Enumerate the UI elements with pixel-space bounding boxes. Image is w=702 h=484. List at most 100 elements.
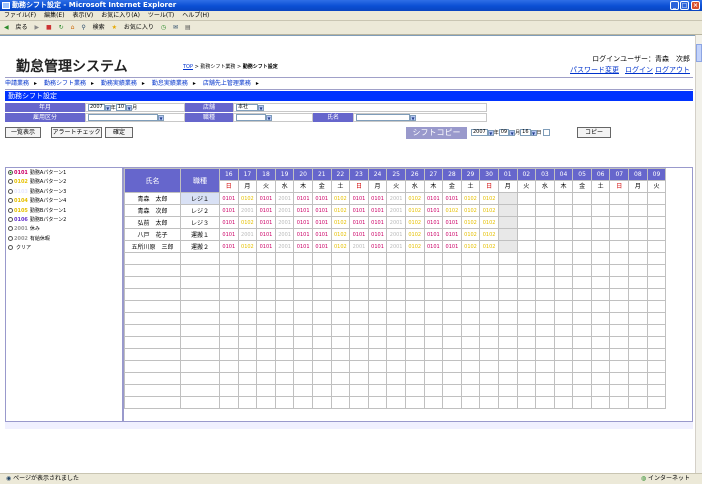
shift-cell[interactable] xyxy=(572,384,592,397)
shift-cell[interactable] xyxy=(367,384,388,397)
chevron-down-icon[interactable]: ▼ xyxy=(158,114,164,121)
shift-cell[interactable] xyxy=(442,252,462,265)
shift-cell[interactable] xyxy=(497,204,518,217)
shift-cell[interactable] xyxy=(423,276,444,289)
shift-cell[interactable]: 2001 xyxy=(386,216,406,229)
shift-cell[interactable]: 0101 xyxy=(423,228,444,241)
shift-cell[interactable] xyxy=(330,276,351,289)
shift-cell[interactable] xyxy=(311,336,332,349)
shift-cell[interactable] xyxy=(535,276,555,289)
shift-cell[interactable] xyxy=(535,336,555,349)
shift-cell[interactable] xyxy=(293,324,313,337)
shift-cell[interactable] xyxy=(219,264,239,277)
shift-cell[interactable]: 0102 xyxy=(330,228,351,241)
shift-cell[interactable]: 0101 xyxy=(442,228,462,241)
shift-cell[interactable] xyxy=(479,324,499,337)
shift-cell[interactable] xyxy=(535,288,555,301)
shift-cell[interactable] xyxy=(516,216,537,229)
shift-cell[interactable]: 0102 xyxy=(404,192,425,205)
shift-cell[interactable] xyxy=(367,336,388,349)
shift-cell[interactable] xyxy=(256,348,276,361)
shift-cell[interactable] xyxy=(349,312,369,325)
shift-cell[interactable] xyxy=(256,324,276,337)
search-icon[interactable]: ⚲ xyxy=(81,24,85,31)
shift-cell[interactable]: 0101 xyxy=(219,192,239,205)
store-select[interactable]: 本社 xyxy=(236,104,258,111)
employment-type-select[interactable] xyxy=(88,114,158,121)
shift-cell[interactable] xyxy=(423,384,444,397)
shift-cell[interactable]: 0101 xyxy=(367,192,388,205)
shift-cell[interactable] xyxy=(330,324,351,337)
shift-cell[interactable]: 0101 xyxy=(293,192,313,205)
shift-cell[interactable] xyxy=(609,288,630,301)
shift-cell[interactable] xyxy=(497,360,518,373)
shift-cell[interactable] xyxy=(349,264,369,277)
shift-cell[interactable]: 0102 xyxy=(330,192,351,205)
shift-cell[interactable] xyxy=(311,300,332,313)
shift-cell[interactable] xyxy=(590,264,611,277)
shift-cell[interactable] xyxy=(349,360,369,373)
shift-cell[interactable] xyxy=(609,324,630,337)
shift-cell[interactable] xyxy=(274,276,295,289)
shift-cell[interactable] xyxy=(572,204,592,217)
shift-cell[interactable] xyxy=(646,192,667,205)
shift-cell[interactable] xyxy=(497,240,518,253)
shift-cell[interactable]: 0102 xyxy=(237,216,258,229)
shift-cell[interactable]: 2001 xyxy=(274,204,295,217)
shift-cell[interactable] xyxy=(442,288,462,301)
alert-check-button[interactable]: アラートチェック xyxy=(51,127,102,138)
shift-cell[interactable]: 0102 xyxy=(479,204,499,217)
shift-cell[interactable] xyxy=(646,300,667,313)
back-button[interactable]: 戻る xyxy=(16,24,28,31)
shift-cell[interactable] xyxy=(590,276,611,289)
shift-cell[interactable] xyxy=(349,252,369,265)
shift-cell[interactable] xyxy=(386,348,406,361)
shift-cell[interactable] xyxy=(590,192,611,205)
shift-cell[interactable] xyxy=(590,300,611,313)
shift-cell[interactable] xyxy=(404,372,425,385)
shift-cell[interactable] xyxy=(442,300,462,313)
shift-cell[interactable] xyxy=(646,372,667,385)
shift-cell[interactable] xyxy=(293,372,313,385)
shift-cell[interactable] xyxy=(386,288,406,301)
shift-cell[interactable] xyxy=(609,336,630,349)
menu-file[interactable]: ファイル(F) xyxy=(4,12,36,19)
shift-cell[interactable] xyxy=(274,288,295,301)
shift-cell[interactable] xyxy=(572,264,592,277)
shift-cell[interactable] xyxy=(590,288,611,301)
shift-cell[interactable] xyxy=(572,312,592,325)
shift-cell[interactable] xyxy=(274,324,295,337)
shift-cell[interactable] xyxy=(256,264,276,277)
shift-cell[interactable] xyxy=(572,348,592,361)
shift-cell[interactable] xyxy=(219,324,239,337)
shift-cell[interactable] xyxy=(349,300,369,313)
shift-cell[interactable] xyxy=(404,264,425,277)
shift-cell[interactable] xyxy=(572,228,592,241)
shift-cell[interactable]: 0102 xyxy=(479,240,499,253)
shift-cell[interactable] xyxy=(553,384,574,397)
shift-cell[interactable] xyxy=(553,336,574,349)
menu-favorites[interactable]: お気に入り(A) xyxy=(101,12,140,19)
shift-cell[interactable] xyxy=(349,372,369,385)
shift-cell[interactable] xyxy=(386,336,406,349)
shift-cell[interactable] xyxy=(311,312,332,325)
shift-cell[interactable] xyxy=(553,300,574,313)
list-display-button[interactable]: 一覧表示 xyxy=(5,127,41,138)
shift-cell[interactable] xyxy=(311,252,332,265)
shift-cell[interactable]: 0101 xyxy=(423,204,444,217)
shift-cell[interactable]: 0101 xyxy=(311,204,332,217)
shift-cell[interactable] xyxy=(237,264,258,277)
shift-cell[interactable] xyxy=(367,264,388,277)
shift-cell[interactable] xyxy=(516,192,537,205)
pattern-option[interactable]: クリア xyxy=(8,245,31,252)
pattern-option[interactable]: 0101 勤務Aパターン1 xyxy=(8,170,66,177)
shift-cell[interactable] xyxy=(367,348,388,361)
shift-cell[interactable] xyxy=(442,324,462,337)
shift-cell[interactable] xyxy=(628,216,648,229)
stop-icon[interactable]: ■ xyxy=(46,24,52,31)
shift-cell[interactable] xyxy=(460,312,481,325)
shift-cell[interactable] xyxy=(516,276,537,289)
shift-cell[interactable] xyxy=(330,384,351,397)
shift-cell[interactable] xyxy=(516,252,537,265)
shift-cell[interactable]: 0101 xyxy=(311,216,332,229)
